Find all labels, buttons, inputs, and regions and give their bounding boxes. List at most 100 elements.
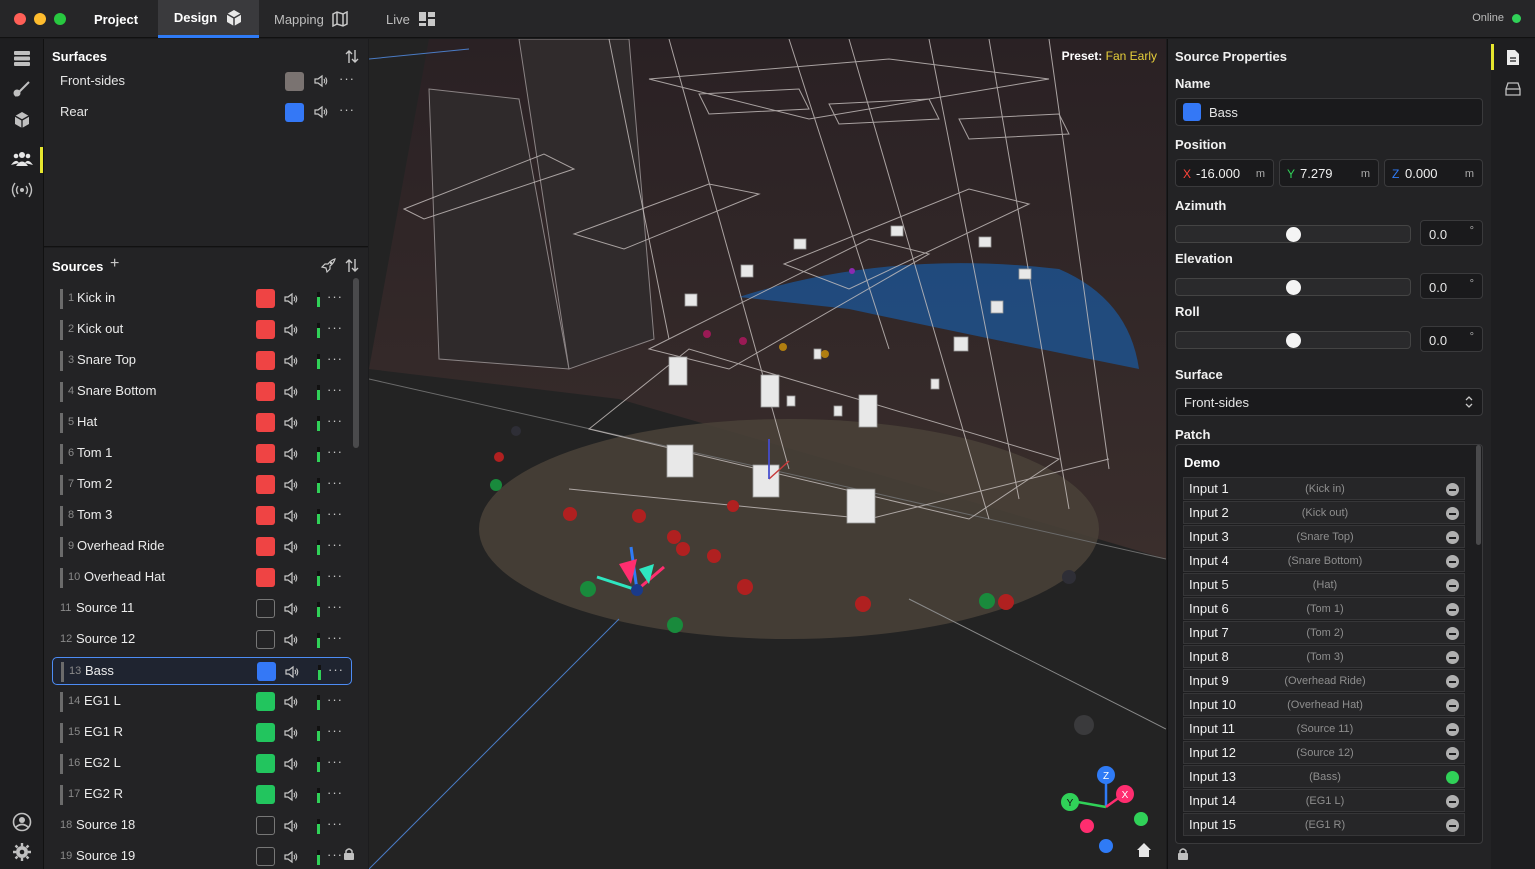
source-row[interactable]: 1 Kick in ··· bbox=[52, 285, 352, 313]
patch-row[interactable]: (Overhead Ride) Input 9 bbox=[1183, 669, 1465, 692]
patch-row[interactable]: (Bass) Input 13 bbox=[1183, 765, 1465, 788]
slider-knob[interactable] bbox=[1286, 333, 1301, 348]
source-row[interactable]: 3 Snare Top ··· bbox=[52, 347, 352, 375]
more-options-icon[interactable]: ··· bbox=[327, 537, 343, 552]
position-y-field[interactable]: Y 7.279 m bbox=[1279, 159, 1379, 187]
source-row[interactable]: 5 Hat ··· bbox=[52, 409, 352, 437]
more-options-icon[interactable]: ··· bbox=[339, 71, 355, 86]
patch-row[interactable]: (Hat) Input 5 bbox=[1183, 573, 1465, 596]
source-color-swatch[interactable] bbox=[256, 723, 275, 742]
patch-row[interactable]: (Overhead Hat) Input 10 bbox=[1183, 693, 1465, 716]
source-color-swatch[interactable] bbox=[257, 662, 276, 681]
source-row[interactable]: 6 Tom 1 ··· bbox=[52, 440, 352, 468]
patch-row[interactable]: (Tom 1) Input 6 bbox=[1183, 597, 1465, 620]
azimuth-value-field[interactable]: 0.0 ° bbox=[1420, 220, 1483, 246]
minus-circle-icon[interactable] bbox=[1446, 819, 1459, 832]
source-color-swatch[interactable] bbox=[256, 475, 275, 494]
rocket-icon[interactable] bbox=[320, 258, 336, 274]
more-options-icon[interactable]: ··· bbox=[327, 630, 343, 645]
minus-circle-icon[interactable] bbox=[1446, 795, 1459, 808]
source-row[interactable]: 8 Tom 3 ··· bbox=[52, 502, 352, 530]
surface-item-front-sides[interactable]: Front-sides ··· bbox=[60, 71, 360, 97]
patch-row[interactable]: (Kick in) Input 1 bbox=[1183, 477, 1465, 500]
speaker-icon[interactable] bbox=[284, 633, 298, 647]
more-options-icon[interactable]: ··· bbox=[327, 475, 343, 490]
more-options-icon[interactable]: ··· bbox=[327, 847, 343, 862]
source-row[interactable]: 10 Overhead Hat ··· bbox=[52, 564, 352, 592]
source-row[interactable]: 11 Source 11 ··· bbox=[52, 595, 352, 623]
speaker-icon[interactable] bbox=[284, 292, 298, 306]
source-color-swatch[interactable] bbox=[256, 816, 275, 835]
speaker-icon[interactable] bbox=[284, 571, 298, 585]
source-color-swatch[interactable] bbox=[256, 599, 275, 618]
surface-color-swatch[interactable] bbox=[285, 103, 304, 122]
minus-circle-icon[interactable] bbox=[1446, 579, 1459, 592]
roll-value-field[interactable]: 0.0 ° bbox=[1420, 326, 1483, 352]
tab-project[interactable]: Project bbox=[76, 0, 156, 38]
minus-circle-icon[interactable] bbox=[1446, 651, 1459, 664]
source-row[interactable]: 14 EG1 L ··· bbox=[52, 688, 352, 716]
source-color-swatch[interactable] bbox=[256, 754, 275, 773]
minus-circle-icon[interactable] bbox=[1446, 675, 1459, 688]
speaker-icon[interactable] bbox=[284, 540, 298, 554]
tab-live[interactable]: Live bbox=[386, 0, 446, 38]
source-color-swatch[interactable] bbox=[256, 568, 275, 587]
position-x-field[interactable]: X -16.000 m bbox=[1175, 159, 1274, 187]
patch-row[interactable]: (Snare Bottom) Input 4 bbox=[1183, 549, 1465, 572]
speaker-icon[interactable] bbox=[284, 850, 298, 864]
more-options-icon[interactable]: ··· bbox=[327, 599, 343, 614]
source-row[interactable]: 19 Source 19 ··· bbox=[52, 843, 355, 869]
source-row[interactable]: 7 Tom 2 ··· bbox=[52, 471, 352, 499]
minus-circle-icon[interactable] bbox=[1446, 555, 1459, 568]
check-icon[interactable] bbox=[1446, 771, 1459, 784]
more-options-icon[interactable]: ··· bbox=[327, 413, 343, 428]
more-options-icon[interactable]: ··· bbox=[327, 289, 343, 304]
minus-circle-icon[interactable] bbox=[1446, 603, 1459, 616]
zoom-window-button[interactable] bbox=[54, 13, 66, 25]
speaker-icon[interactable] bbox=[284, 757, 298, 771]
source-row[interactable]: 15 EG1 R ··· bbox=[52, 719, 352, 747]
speaker-icon[interactable] bbox=[284, 323, 298, 337]
more-options-icon[interactable]: ··· bbox=[327, 692, 343, 707]
add-source-icon[interactable]: + bbox=[110, 255, 119, 273]
speaker-icon[interactable] bbox=[284, 416, 298, 430]
roll-slider[interactable] bbox=[1175, 331, 1411, 349]
speaker-icon[interactable] bbox=[284, 447, 298, 461]
speaker-icon[interactable] bbox=[284, 478, 298, 492]
server-stack-icon[interactable] bbox=[0, 49, 44, 67]
more-options-icon[interactable]: ··· bbox=[327, 444, 343, 459]
slider-knob[interactable] bbox=[1286, 227, 1301, 242]
broadcast-icon[interactable] bbox=[0, 181, 44, 199]
elevation-slider[interactable] bbox=[1175, 278, 1411, 296]
speaker-icon[interactable] bbox=[284, 602, 298, 616]
patch-row[interactable]: (Source 11) Input 11 bbox=[1183, 717, 1465, 740]
speaker-icon[interactable] bbox=[284, 354, 298, 368]
source-color-swatch[interactable] bbox=[256, 630, 275, 649]
more-options-icon[interactable]: ··· bbox=[327, 382, 343, 397]
speaker-icon[interactable] bbox=[284, 726, 298, 740]
tab-mapping[interactable]: Mapping bbox=[274, 0, 364, 38]
more-options-icon[interactable]: ··· bbox=[327, 506, 343, 521]
tab-design[interactable]: Design bbox=[158, 0, 259, 38]
cube-icon[interactable] bbox=[0, 111, 44, 129]
speaker-icon[interactable] bbox=[284, 385, 298, 399]
sort-icon[interactable] bbox=[345, 49, 359, 64]
source-color-swatch[interactable] bbox=[256, 444, 275, 463]
lock-icon[interactable] bbox=[343, 847, 355, 861]
minus-circle-icon[interactable] bbox=[1446, 723, 1459, 736]
source-color-swatch[interactable] bbox=[256, 351, 275, 370]
guitar-icon[interactable] bbox=[0, 80, 44, 98]
lock-icon[interactable] bbox=[1177, 847, 1189, 861]
surface-color-swatch[interactable] bbox=[285, 72, 304, 91]
speaker-icon[interactable] bbox=[314, 74, 328, 88]
source-color-swatch[interactable] bbox=[256, 320, 275, 339]
users-icon[interactable] bbox=[0, 150, 44, 168]
close-window-button[interactable] bbox=[14, 13, 26, 25]
gear-icon[interactable] bbox=[0, 842, 44, 862]
speaker-icon[interactable] bbox=[285, 665, 299, 679]
source-color-swatch[interactable] bbox=[256, 537, 275, 556]
minus-circle-icon[interactable] bbox=[1446, 531, 1459, 544]
minus-circle-icon[interactable] bbox=[1446, 699, 1459, 712]
surface-select[interactable]: Front-sides bbox=[1175, 388, 1483, 416]
source-row[interactable]: 16 EG2 L ··· bbox=[52, 750, 352, 778]
